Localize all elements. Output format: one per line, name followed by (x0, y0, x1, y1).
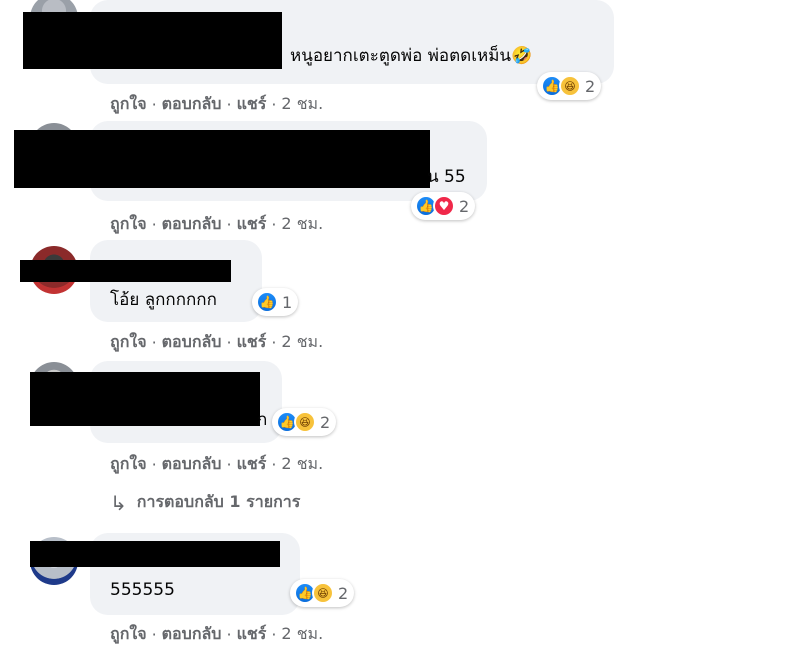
reaction-count: 1 (282, 292, 293, 312)
reply-button[interactable]: ตอบกลับ (162, 212, 222, 237)
share-button[interactable]: แชร์ (237, 92, 267, 117)
haha-reaction-icon: 😆 (559, 75, 581, 97)
view-replies-label[interactable]: การตอบกลับ 1 รายการ (137, 490, 301, 515)
comment-text: น 55 (427, 167, 466, 187)
share-button[interactable]: แชร์ (237, 452, 267, 477)
reaction-summary[interactable]: 👍 😆 2 (290, 579, 355, 607)
redacted-name (20, 260, 231, 282)
reply-button[interactable]: ตอบกลับ (162, 622, 222, 647)
reply-button[interactable]: ตอบกลับ (162, 92, 222, 117)
reaction-summary[interactable]: 👍 😆 2 (272, 408, 337, 436)
timestamp[interactable]: 2 ชม. (281, 330, 323, 355)
reaction-count: 2 (320, 412, 331, 432)
like-button[interactable]: ถูกใจ (110, 212, 147, 237)
like-button[interactable]: ถูกใจ (110, 622, 147, 647)
share-button[interactable]: แชร์ (237, 622, 267, 647)
comment-text: หนูอยากเตะตูดพ่อ พ่อตดเหม็น🤣 (290, 46, 533, 66)
reply-arrow-icon: ↳ (110, 490, 127, 515)
like-button[interactable]: ถูกใจ (110, 330, 147, 355)
haha-reaction-icon: 😆 (312, 582, 334, 604)
comment-actions: ถูกใจ · ตอบกลับ · แชร์ · 2 ชม. (110, 92, 323, 117)
love-reaction-icon: ♥ (433, 195, 455, 217)
comment-text: โอ้ย ลูกกกกกก (110, 290, 217, 310)
comment-actions: ถูกใจ · ตอบกลับ · แชร์ · 2 ชม. (110, 452, 323, 477)
redacted-name (30, 372, 260, 426)
reaction-summary[interactable]: 👍 ♥ 2 (411, 192, 476, 220)
redacted-name (14, 130, 430, 188)
haha-reaction-icon: 😆 (294, 411, 316, 433)
share-button[interactable]: แชร์ (237, 330, 267, 355)
share-button[interactable]: แชร์ (237, 212, 267, 237)
reply-button[interactable]: ตอบกลับ (162, 452, 222, 477)
comment-actions: ถูกใจ · ตอบกลับ · แชร์ · 2 ชม. (110, 622, 323, 647)
redacted-name (23, 12, 282, 69)
comment-actions: ถูกใจ · ตอบกลับ · แชร์ · 2 ชม. (110, 212, 323, 237)
comment-actions: ถูกใจ · ตอบกลับ · แชร์ · 2 ชม. (110, 330, 323, 355)
like-reaction-icon: 👍 (256, 291, 278, 313)
timestamp[interactable]: 2 ชม. (281, 622, 323, 647)
timestamp[interactable]: 2 ชม. (281, 92, 323, 117)
view-replies-link[interactable]: ↳ การตอบกลับ 1 รายการ (110, 490, 300, 515)
reaction-summary[interactable]: 👍 1 (252, 288, 299, 316)
reaction-summary[interactable]: 👍 😆 2 (537, 72, 602, 100)
comment-text: ก (257, 410, 268, 430)
timestamp[interactable]: 2 ชม. (281, 452, 323, 477)
reply-button[interactable]: ตอบกลับ (162, 330, 222, 355)
reaction-count: 2 (585, 76, 596, 96)
reaction-count: 2 (338, 583, 349, 603)
redacted-name (30, 541, 280, 567)
reaction-count: 2 (459, 196, 470, 216)
like-button[interactable]: ถูกใจ (110, 452, 147, 477)
timestamp[interactable]: 2 ชม. (281, 212, 323, 237)
like-button[interactable]: ถูกใจ (110, 92, 147, 117)
comment-text: 555555 (110, 580, 175, 600)
